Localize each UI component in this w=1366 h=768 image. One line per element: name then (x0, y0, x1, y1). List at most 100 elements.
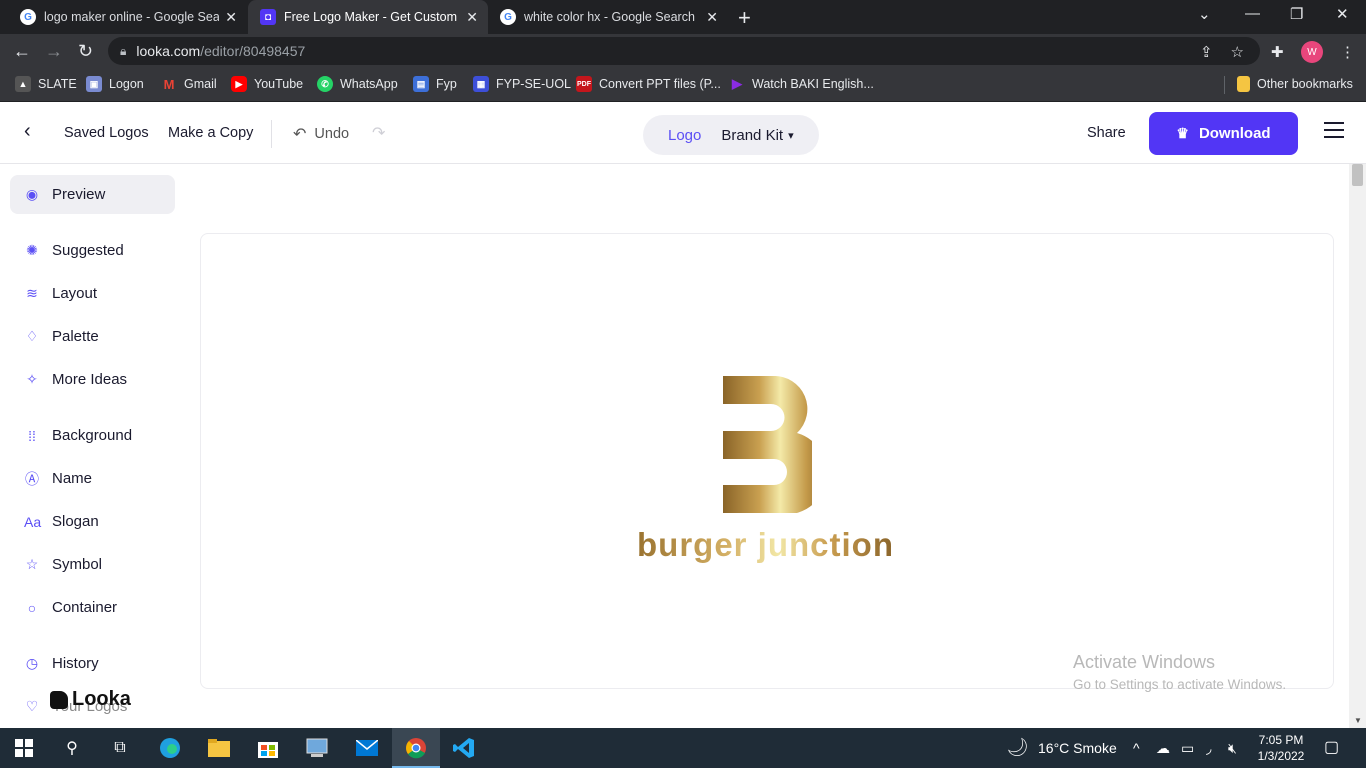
chevron-down-icon: ▾ (788, 129, 794, 142)
logo-b-symbol-icon (723, 376, 812, 513)
sidebar-item-suggested[interactable]: ✺ Suggested (10, 231, 175, 270)
share-page-icon[interactable]: ⇪ (1200, 43, 1213, 61)
download-button[interactable]: ♛ Download (1149, 112, 1298, 155)
undo-button[interactable]: ↶ Undo (293, 124, 349, 144)
bookmark-watch-baki[interactable]: ▶ Watch BAKI English... (729, 76, 874, 92)
back-chevron-icon[interactable]: ‹ (24, 120, 31, 143)
notifications-icon[interactable]: ▢ (1324, 737, 1339, 757)
bookmark-label: YouTube (254, 77, 304, 91)
mail-icon[interactable] (355, 736, 379, 760)
hamburger-menu-icon[interactable] (1324, 122, 1344, 143)
taskbar-clock[interactable]: 7:05 PM 1/3/2022 (1246, 732, 1316, 764)
profile-avatar[interactable]: W (1301, 41, 1323, 63)
address-bar[interactable]: 🔒︎ looka.com /editor/80498457 ⇪ ☆ (108, 37, 1260, 65)
tab-logo[interactable]: Logo (668, 127, 701, 144)
scrollbar-thumb[interactable] (1352, 164, 1363, 186)
tab-brand-kit[interactable]: Brand Kit ▾ (721, 127, 793, 144)
folder-icon (1237, 76, 1250, 92)
windows-start-icon[interactable] (12, 736, 36, 760)
weather-moon-icon[interactable]: 🌙︎ (1006, 737, 1029, 758)
tab-search-chevron-icon[interactable]: ⌄ (1198, 5, 1211, 23)
looka-wordmark: Looka (72, 688, 131, 710)
sidebar-item-label: Symbol (52, 556, 103, 573)
url-host: looka.com (136, 43, 201, 59)
sidebar-item-label: Suggested (52, 242, 124, 259)
sidebar-item-name[interactable]: Ⓐ Name (10, 459, 175, 498)
reload-icon[interactable]: ↻ (78, 41, 93, 62)
sidebar-item-background[interactable]: ⁞⁞ Background (10, 416, 175, 455)
show-hidden-icons-chevron-icon[interactable]: ^ (1133, 740, 1140, 756)
saved-logos-link[interactable]: Saved Logos (64, 125, 149, 141)
page-scrollbar[interactable]: ▼ (1349, 164, 1366, 728)
sidebar-item-slogan[interactable]: Aa Slogan (10, 502, 175, 541)
bookmark-fyp[interactable]: ▤ Fyp (413, 76, 457, 92)
brand-kit-label: Brand Kit (721, 126, 784, 144)
vscode-icon[interactable] (452, 736, 476, 760)
bookmark-label: WhatsApp (340, 77, 398, 91)
minimize-icon[interactable]: — (1245, 5, 1260, 22)
clock-time: 7:05 PM (1258, 733, 1304, 747)
bookmark-label: Gmail (184, 77, 217, 91)
bookmark-convert-ppt[interactable]: PDF Convert PPT files (P... (576, 76, 721, 92)
file-explorer-icon[interactable] (207, 736, 231, 760)
restore-icon[interactable]: ❐ (1290, 5, 1303, 23)
google-icon: G (500, 9, 516, 25)
sidebar-item-container[interactable]: ○ Container (10, 588, 175, 627)
onedrive-cloud-icon[interactable]: ☁ (1156, 740, 1170, 757)
edge-icon[interactable] (158, 736, 182, 760)
scroll-down-arrow-icon[interactable]: ▼ (1354, 716, 1362, 725)
sidebar-item-label: More Ideas (52, 371, 128, 388)
sidebar-item-layout[interactable]: ≋ Layout (10, 274, 175, 313)
tab-google-search-2[interactable]: G white color hx - Google Search ✕ (488, 0, 728, 34)
task-view-icon[interactable]: ⧉ (108, 736, 132, 760)
close-icon[interactable]: ✕ (466, 9, 478, 26)
bookmark-whatsapp[interactable]: ✆ WhatsApp (317, 76, 398, 92)
sidebar-item-preview[interactable]: ◉ Preview (10, 175, 175, 214)
chrome-menu-icon[interactable]: ⋮ (1340, 43, 1355, 61)
tab-looka-editor[interactable]: ◘ Free Logo Maker - Get Custom Lo ✕ (248, 0, 488, 34)
microsoft-store-icon[interactable] (256, 736, 280, 760)
bookmark-star-icon[interactable]: ☆ (1231, 43, 1244, 61)
forward-arrow-icon[interactable]: → (45, 41, 63, 62)
bookmark-youtube[interactable]: ▶ YouTube (231, 76, 303, 92)
bookmark-logon[interactable]: ▣ Logon (86, 76, 144, 92)
sidebar-item-label: Palette (52, 328, 99, 345)
make-copy-link[interactable]: Make a Copy (168, 125, 253, 141)
sidebar-item-history[interactable]: ◷ History (10, 644, 175, 683)
control-panel-icon[interactable] (305, 736, 329, 760)
sidebar-item-palette[interactable]: ♢ Palette (10, 317, 175, 356)
extensions-puzzle-icon[interactable]: ✚ (1271, 43, 1284, 61)
lock-icon: 🔒︎ (120, 43, 127, 58)
wifi-icon[interactable]: ◞ (1206, 740, 1211, 757)
new-tab-plus-icon[interactable]: + (738, 5, 751, 31)
close-icon[interactable]: ✕ (225, 9, 237, 26)
bookmark-slate[interactable]: ▲ SLATE (15, 76, 77, 92)
bookmark-gmail[interactable]: M Gmail (161, 76, 217, 92)
other-bookmarks[interactable]: Other bookmarks (1237, 76, 1353, 92)
gmail-icon: M (163, 76, 175, 92)
back-arrow-icon[interactable]: ← (13, 41, 31, 62)
looka-icon: ◘ (260, 9, 276, 25)
sidebar-item-label: Name (52, 470, 93, 487)
chrome-icon[interactable] (404, 736, 428, 760)
sidebar-item-label: Container (52, 599, 118, 616)
sidebar-item-more-ideas[interactable]: ✧ More Ideas (10, 360, 175, 399)
window-close-icon[interactable]: ✕ (1336, 5, 1349, 23)
sidebar-item-label: Background (52, 427, 133, 444)
bookmark-fyp-se-uol[interactable]: ▦ FYP-SE-UOL (473, 76, 571, 92)
sidebar-item-label: History (52, 655, 99, 672)
sidebar-item-symbol[interactable]: ☆ Symbol (10, 545, 175, 584)
tab-google-search-1[interactable]: G logo maker online - Google Sear ✕ (0, 0, 247, 34)
bookmark-label: Watch BAKI English... (752, 77, 874, 91)
battery-icon[interactable]: ▭ (1181, 740, 1194, 757)
close-icon[interactable]: ✕ (706, 9, 718, 26)
whatsapp-icon: ✆ (317, 76, 333, 92)
header-divider (271, 120, 272, 148)
weather-text[interactable]: 16°C Smoke (1038, 740, 1117, 756)
volume-muted-icon[interactable]: 🔇︎ (1228, 740, 1237, 757)
logo-brandkit-switcher: Logo Brand Kit ▾ (643, 115, 819, 155)
search-icon[interactable]: ⚲ (60, 736, 84, 760)
redo-icon[interactable]: ↷ (372, 123, 385, 143)
fyp-se-uol-icon: ▦ (473, 76, 489, 92)
share-button[interactable]: Share (1087, 125, 1126, 141)
